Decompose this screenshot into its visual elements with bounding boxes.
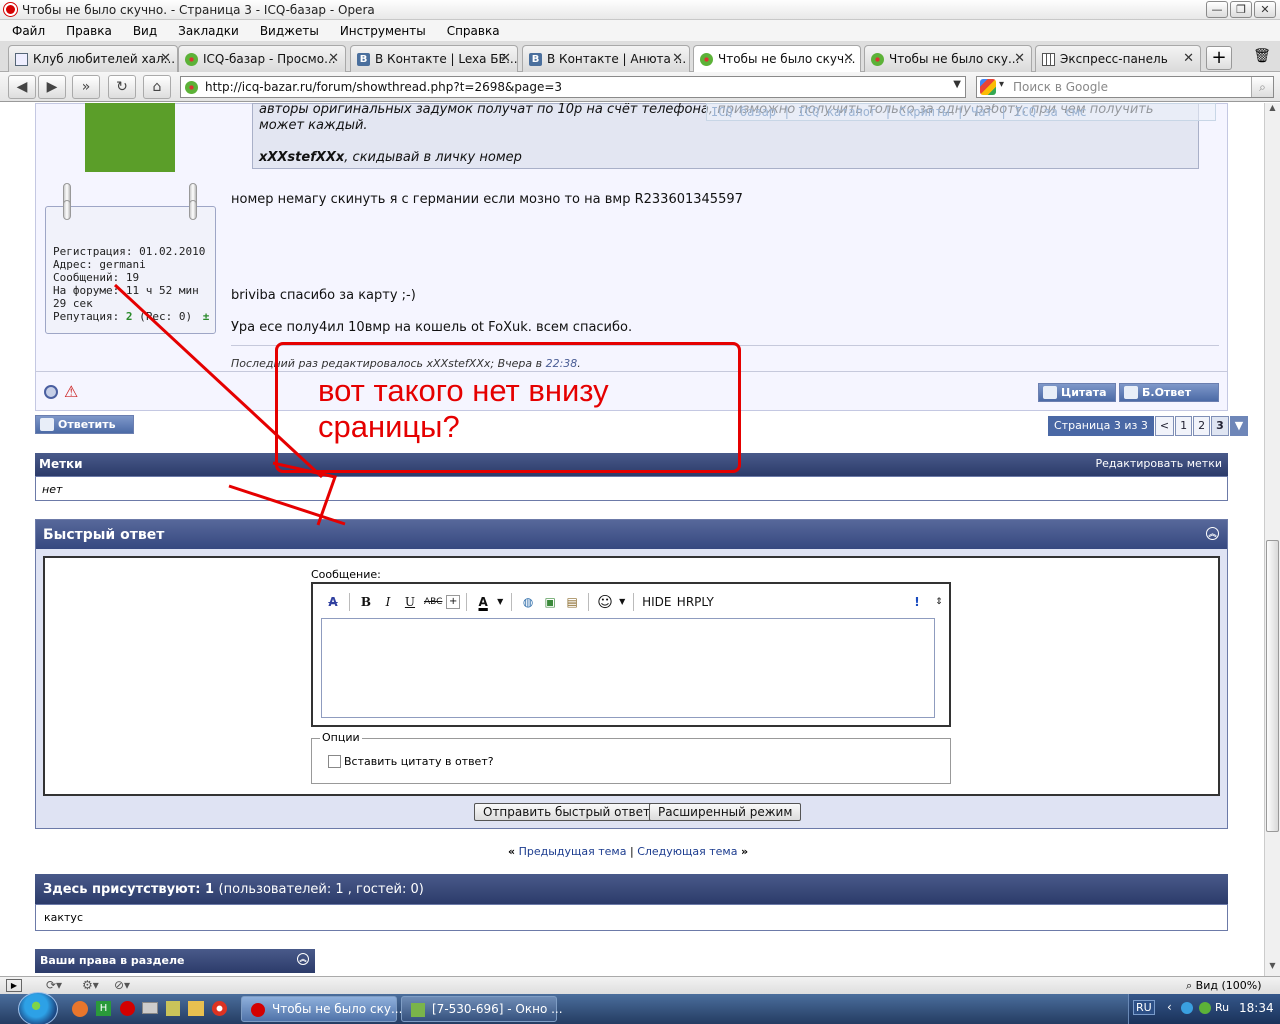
google-icon[interactable]	[980, 79, 996, 95]
firefox-icon[interactable]	[72, 1001, 88, 1017]
icq-icon	[700, 53, 713, 66]
icq-icon	[871, 53, 884, 66]
chrome-icon[interactable]	[212, 1001, 227, 1016]
close-tab-icon[interactable]: ✕	[1014, 51, 1025, 66]
windows-taskbar: H Чтобы не было ску... [7-530-696] - Окн…	[0, 992, 1280, 1024]
navigation-bar: ◀ ▶ » ↻ ⌂ http://icq-bazar.ru/forum/show…	[0, 72, 1280, 102]
close-tab-icon[interactable]: ✕	[160, 51, 171, 66]
tab-4[interactable]: B В Контакте | Анюта ... ✕	[522, 45, 690, 72]
icq-icon	[185, 53, 198, 66]
zoom-indicator[interactable]: ⌕ Вид (100%)	[1186, 979, 1262, 993]
minimize-button[interactable]: —	[1206, 1, 1228, 18]
maximize-button[interactable]: ❐	[1230, 1, 1252, 18]
menu-bar: Файл Правка Вид Закладки Виджеты Инструм…	[0, 20, 1280, 42]
annotation-text: вот такого нет внизу сраницы?	[318, 373, 609, 444]
scrollbar-thumb[interactable]	[1266, 540, 1279, 832]
menu-file[interactable]: Файл	[12, 24, 45, 38]
start-button[interactable]	[18, 992, 58, 1024]
close-tab-icon[interactable]: ✕	[1183, 51, 1194, 66]
vertical-scrollbar[interactable]: ▲ ▼	[1264, 103, 1280, 976]
menu-tools[interactable]: Инструменты	[340, 24, 426, 38]
opera-icon	[251, 1003, 265, 1017]
network-icon[interactable]: ⚙▾	[82, 978, 99, 992]
tab-2[interactable]: ICQ-базар - Просмо... ✕	[178, 45, 346, 72]
chat-window-icon	[411, 1003, 425, 1017]
page-content: Регистрация: 01.02.2010 Адрес: germani С…	[0, 103, 1264, 976]
tray-expand-icon[interactable]: ‹	[1167, 1000, 1172, 1014]
tab-3[interactable]: B В Контакте | Lexa БЕ... ✕	[350, 45, 518, 72]
menu-view[interactable]: Вид	[133, 24, 157, 38]
menu-help[interactable]: Справка	[447, 24, 500, 38]
back-button[interactable]: ◀	[8, 75, 36, 99]
search-field[interactable]: ▾ Поиск в Google ⌕	[976, 76, 1274, 98]
icq-tray-icon[interactable]	[1199, 1002, 1211, 1014]
language-indicator[interactable]: RU	[1133, 1000, 1155, 1015]
vk-icon: B	[357, 53, 370, 66]
url-text: http://icq-bazar.ru/forum/showthread.php…	[205, 80, 563, 94]
search-icon[interactable]: ⌕	[1251, 77, 1273, 97]
taskbar-chat-window[interactable]: [7-530-696] - Окно ...	[401, 996, 563, 1022]
opera-icon[interactable]	[120, 1001, 135, 1016]
tab-bar: Клуб любителей хал... ✕ ICQ-базар - Прос…	[0, 42, 1280, 73]
unite-icon[interactable]: ⊘▾	[114, 978, 130, 992]
tray-ru-icon[interactable]: Ru	[1215, 1001, 1229, 1014]
arrow-line-2	[228, 484, 346, 526]
system-tray: RU ‹ Ru 18:34	[1128, 994, 1280, 1024]
search-placeholder: Поиск в Google	[1013, 80, 1109, 94]
menu-bookmarks[interactable]: Закладки	[178, 24, 239, 38]
document-icon	[15, 53, 28, 66]
forward-button[interactable]: ▶	[38, 75, 66, 99]
address-field[interactable]: http://icq-bazar.ru/forum/showthread.php…	[180, 76, 966, 98]
menu-widgets[interactable]: Виджеты	[260, 24, 319, 38]
tab-6[interactable]: Чтобы не было ску... ✕	[864, 45, 1032, 72]
tab-1[interactable]: Клуб любителей хал... ✕	[8, 45, 178, 72]
close-tab-icon[interactable]: ✕	[328, 51, 339, 66]
taskbar-opera-window[interactable]: Чтобы не было ску...	[241, 996, 402, 1022]
sync-icon[interactable]: ⟳▾	[46, 978, 62, 992]
new-tab-button[interactable]: +	[1206, 46, 1232, 70]
close-tab-icon[interactable]: ✕	[672, 51, 683, 66]
panel-toggle-icon[interactable]: ▶	[6, 979, 22, 992]
scroll-up-arrow-icon[interactable]: ▲	[1265, 103, 1280, 117]
menu-edit[interactable]: Правка	[66, 24, 112, 38]
reload-icon[interactable]: ↻	[108, 75, 136, 99]
clock: 18:34	[1239, 1001, 1274, 1015]
utility-icon[interactable]	[166, 1001, 180, 1016]
tab-7[interactable]: Экспресс-панель ✕	[1035, 45, 1201, 72]
close-tab-icon[interactable]: ✕	[500, 51, 511, 66]
window-title: Чтобы не было скучно. - Страница 3 - ICQ…	[22, 3, 375, 17]
trash-icon[interactable]: 🗑	[1252, 48, 1272, 68]
close-tab-icon[interactable]: ✕	[843, 51, 854, 66]
tab-5-active[interactable]: Чтобы не было скуч... ✕	[693, 45, 861, 73]
tray-app-icon[interactable]	[1181, 1002, 1193, 1014]
annotation-arrows	[113, 283, 346, 526]
icq-client-icon[interactable]: H	[96, 1001, 111, 1016]
chevron-down-icon[interactable]: ▾	[999, 79, 1004, 90]
site-icon	[185, 81, 198, 94]
scroll-down-arrow-icon[interactable]: ▼	[1265, 961, 1280, 975]
speed-dial-icon	[1042, 53, 1055, 66]
title-bar: Чтобы не было скучно. - Страница 3 - ICQ…	[0, 0, 1280, 20]
home-icon[interactable]: ⌂	[143, 75, 171, 99]
chevron-down-icon[interactable]: ▼	[953, 79, 961, 90]
vk-icon: B	[529, 53, 542, 66]
folder-icon[interactable]	[188, 1001, 204, 1016]
close-button[interactable]: ✕	[1254, 1, 1276, 18]
fast-forward-button[interactable]: »	[72, 75, 100, 99]
status-bar: ▶ ⟳▾ ⚙▾ ⊘▾ ⌕ Вид (100%)	[0, 976, 1280, 994]
drive-icon[interactable]	[142, 1002, 158, 1014]
opera-logo-icon	[4, 3, 17, 16]
